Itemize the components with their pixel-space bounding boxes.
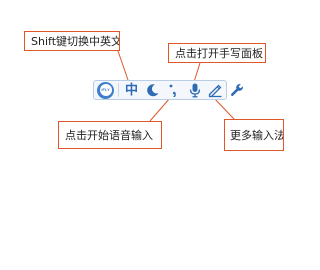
toolbar-divider xyxy=(118,83,119,97)
more-input-methods-button[interactable] xyxy=(228,82,245,99)
handwriting-pen-icon xyxy=(208,84,222,97)
voice-input-callout: 点击开始语音输入 xyxy=(58,121,162,149)
more-input-callout-text: 更多输入法 xyxy=(230,129,284,142)
leader-voice xyxy=(149,97,171,122)
voice-input-button[interactable] xyxy=(186,82,203,99)
punctuation-toggle-button[interactable] xyxy=(165,82,182,99)
logo-text: IFLY xyxy=(101,87,110,92)
shift-toggle-callout-text: Shift键切换中英文 xyxy=(31,35,120,48)
ime-status-toolbar: IFLY 中 xyxy=(93,80,243,100)
chinese-english-toggle-button[interactable]: 中 xyxy=(123,82,140,99)
ifly-logo-button[interactable]: IFLY xyxy=(97,81,114,99)
microphone-icon xyxy=(189,83,200,97)
shift-toggle-callout: Shift键切换中英文 xyxy=(24,31,120,51)
leader-shift xyxy=(117,50,129,81)
full-half-width-toggle-button[interactable] xyxy=(144,82,161,99)
logo-icon: IFLY xyxy=(97,81,114,99)
handwriting-callout-text: 点击打开手写面板 xyxy=(175,47,263,60)
chinese-mode-icon: 中 xyxy=(124,82,138,98)
handwriting-callout: 点击打开手写面板 xyxy=(168,43,266,63)
voice-input-callout-text: 点击开始语音输入 xyxy=(65,129,153,142)
leader-more xyxy=(213,97,235,120)
punctuation-icon xyxy=(169,84,176,97)
handwriting-panel-button[interactable] xyxy=(207,82,224,99)
more-input-callout: 更多输入法 xyxy=(224,119,284,151)
wrench-icon xyxy=(230,84,243,97)
moon-icon xyxy=(146,84,158,97)
